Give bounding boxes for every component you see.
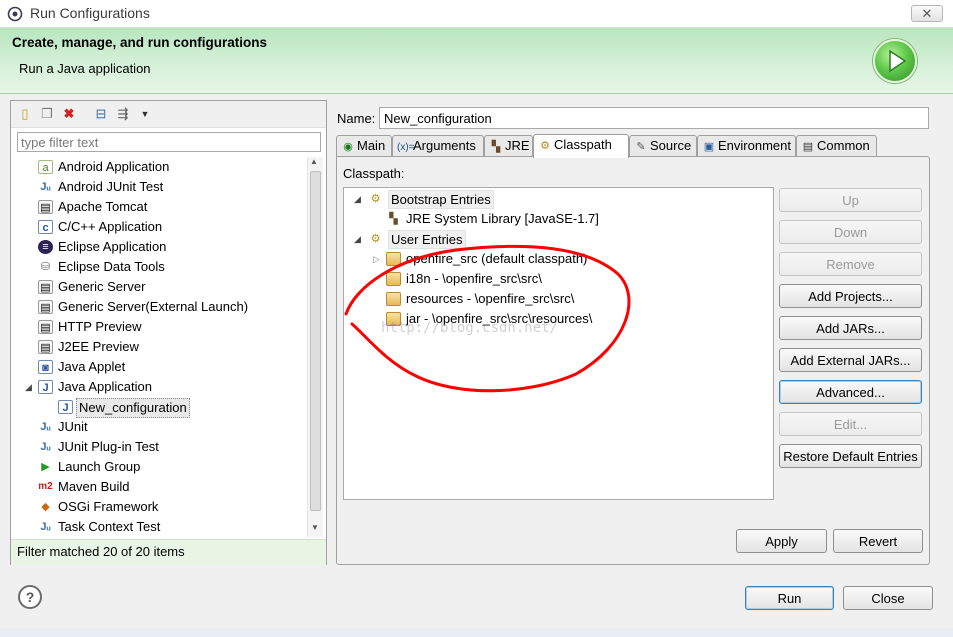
scroll-up-icon[interactable]: ▲ [310, 157, 318, 166]
name-label: Name: [337, 111, 376, 126]
expanded-arrow-icon[interactable]: ◢ [25, 377, 32, 397]
junit-icon: Jᵤ [40, 181, 51, 193]
up-button[interactable]: Up [779, 188, 922, 212]
close-button[interactable]: Close [843, 586, 933, 610]
source-icon: ✎ [636, 141, 646, 153]
remove-button[interactable]: Remove [779, 252, 922, 276]
title-bar: Run Configurations ✕ [0, 0, 953, 28]
tab-source[interactable]: ✎ Source [629, 135, 697, 157]
common-icon: ▤ [802, 141, 814, 153]
maven-icon: m2 [38, 481, 53, 492]
restore-default-entries-button[interactable]: Restore Default Entries [779, 444, 922, 468]
arguments-icon: (x)= [397, 142, 415, 153]
add-jars-button[interactable]: Add JARs... [779, 316, 922, 340]
expanded-arrow-icon[interactable]: ◢ [354, 189, 361, 209]
run-button[interactable]: Run [745, 586, 834, 610]
junit-icon: Jᵤ [40, 441, 51, 453]
tree-scrollbar[interactable]: ▲ ▼ [307, 157, 323, 537]
tab-arguments[interactable]: (x)=Arguments [392, 135, 484, 157]
scroll-down-icon[interactable]: ▼ [311, 523, 319, 532]
tab-common[interactable]: ▤ Common [796, 135, 877, 157]
java-config-icon: J [58, 400, 73, 414]
view-menu-chevron-down-icon[interactable]: ▼ [137, 106, 153, 122]
left-toolbar: ▯ ❐ ✖ ⊟ ⇶ ▼ [11, 101, 326, 128]
filter-input[interactable] [17, 132, 321, 152]
filter-status: Filter matched 20 of 20 items [11, 539, 326, 565]
revert-button[interactable]: Revert [833, 529, 923, 553]
classpath-icon: ⚙ [540, 140, 550, 152]
main-tab-icon: ◉ [343, 141, 353, 153]
tab-main[interactable]: ◉ Main [336, 135, 392, 157]
banner-heading: Create, manage, and run configurations [12, 35, 268, 50]
add-projects-button[interactable]: Add Projects... [779, 284, 922, 308]
red-hand-drawn-annotation [344, 244, 631, 393]
run-play-icon [873, 39, 917, 83]
header-banner: Create, manage, and run configurations R… [0, 28, 953, 94]
filter-icon[interactable]: ⇶ [115, 106, 131, 122]
window-title: Run Configurations [30, 5, 150, 21]
jre-icon: ▚ [491, 141, 501, 153]
c-app-icon: c [38, 220, 53, 234]
applet-icon: ◙ [38, 360, 53, 374]
server-icon: ▤ [38, 320, 53, 334]
play-triangle-icon [889, 49, 907, 73]
tab-environment[interactable]: ▣ Environment [697, 135, 796, 157]
config-tabs: ◉ Main (x)=Arguments ▚ JRE ⚙ Classpath ✎ Sou… [336, 134, 930, 158]
library-icon: ▚ [389, 213, 398, 225]
run-configurations-app-icon [7, 6, 23, 22]
advanced-button[interactable]: Advanced... [779, 380, 922, 404]
down-button[interactable]: Down [779, 220, 922, 244]
osgi-icon: ◆ [41, 501, 50, 513]
configuration-tree: a Android Application Jᵤ Android JUnit T… [25, 159, 249, 534]
banner-subheading: Run a Java application [19, 61, 151, 76]
scroll-thumb[interactable] [310, 171, 321, 511]
java-app-icon: J [38, 380, 53, 394]
classpath-label: Classpath: [343, 166, 405, 181]
junit-icon: Jᵤ [40, 421, 51, 433]
duplicate-icon[interactable]: ❐ [39, 106, 55, 122]
new-config-icon[interactable]: ▯ [17, 106, 33, 122]
data-tools-icon: ⛁ [40, 261, 51, 273]
tomcat-icon: ▤ [38, 200, 53, 214]
launch-group-icon: ▶ [41, 461, 50, 473]
help-icon[interactable]: ? [18, 585, 42, 609]
server-icon: ▤ [38, 280, 53, 294]
configuration-list-panel: ▯ ❐ ✖ ⊟ ⇶ ▼ a Android Application Jᵤ And… [10, 100, 327, 565]
environment-icon: ▣ [703, 141, 715, 153]
close-window-button[interactable]: ✕ [911, 5, 943, 22]
background-strip [0, 628, 953, 637]
tab-classpath[interactable]: ⚙ Classpath [533, 134, 629, 158]
apply-button[interactable]: Apply [736, 529, 827, 553]
edit-button[interactable]: Edit... [779, 412, 922, 436]
add-external-jars-button[interactable]: Add External JARs... [779, 348, 922, 372]
configuration-name-input[interactable] [379, 107, 929, 129]
server-icon: ▤ [38, 300, 53, 314]
tab-jre[interactable]: ▚ JRE [484, 135, 533, 157]
delete-icon[interactable]: ✖ [61, 106, 77, 122]
server-icon: ▤ [38, 340, 53, 354]
collapse-all-icon[interactable]: ⊟ [93, 106, 109, 122]
junit-icon: Jᵤ [40, 521, 51, 533]
android-app-icon: a [38, 160, 53, 174]
classpath-entries-icon: ⚙ [370, 193, 381, 205]
eclipse-icon: ≡ [38, 240, 53, 254]
